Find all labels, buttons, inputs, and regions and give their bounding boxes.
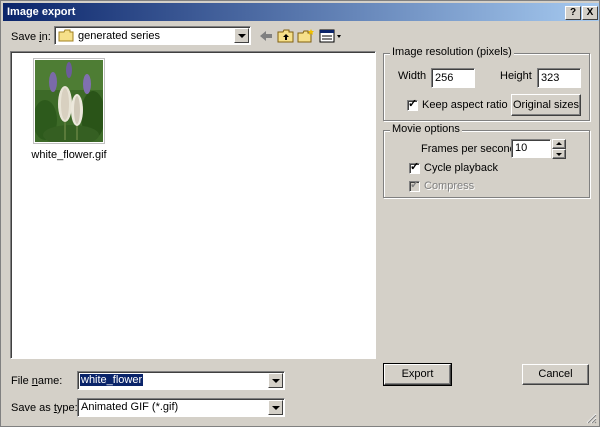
- save-as-type-value: Animated GIF (*.gif): [81, 401, 179, 413]
- fps-label: Frames per second: [421, 143, 516, 155]
- close-button[interactable]: X: [582, 6, 598, 20]
- fps-stepper[interactable]: [552, 139, 566, 159]
- check-icon: ✓: [408, 98, 418, 110]
- save-in-label: Save in:: [11, 31, 51, 43]
- arrow-up-icon: [556, 142, 562, 145]
- help-button[interactable]: ?: [565, 6, 581, 20]
- resize-grip-icon[interactable]: [585, 412, 597, 424]
- movie-options-group: Movie options Frames per second 10 ✓ Cyc…: [383, 123, 590, 198]
- chevron-down-icon[interactable]: [234, 28, 249, 43]
- image-resolution-title: Image resolution (pixels): [390, 46, 514, 58]
- cycle-playback-label: Cycle playback: [424, 162, 498, 174]
- new-folder-icon[interactable]: [297, 28, 315, 44]
- image-resolution-group: Image resolution (pixels) Width 256 Heig…: [383, 46, 590, 121]
- compress-label: Compress: [424, 180, 475, 192]
- file-name-label: white_flower.gif: [31, 149, 107, 161]
- save-in-combo[interactable]: generated series: [54, 26, 251, 45]
- cancel-button[interactable]: Cancel: [522, 364, 589, 385]
- file-thumbnail: [33, 58, 105, 144]
- movie-options-title: Movie options: [390, 123, 462, 135]
- file-list-view[interactable]: white_flower.gif: [10, 51, 376, 359]
- cycle-playback-checkbox[interactable]: ✓: [409, 161, 420, 174]
- fps-down-button[interactable]: [552, 149, 566, 159]
- file-name-value: white_flower: [80, 374, 144, 386]
- original-sizes-button[interactable]: Original sizes: [511, 94, 581, 116]
- up-folder-icon[interactable]: [277, 28, 295, 44]
- view-menu-icon[interactable]: [319, 28, 343, 44]
- dialog-title: Image export: [7, 6, 76, 18]
- height-label: Height: [500, 70, 532, 82]
- width-label: Width: [398, 70, 427, 82]
- height-input[interactable]: 323: [537, 68, 581, 88]
- fps-input[interactable]: 10: [511, 139, 551, 158]
- keep-aspect-label: Keep aspect ratio: [422, 99, 508, 111]
- fps-up-button[interactable]: [552, 139, 566, 149]
- compress-checkbox: ✓: [409, 179, 420, 192]
- chevron-down-icon[interactable]: [268, 373, 283, 388]
- file-name-input[interactable]: white_flower: [77, 371, 285, 390]
- height-value: 323: [541, 72, 560, 84]
- fps-value: 10: [515, 142, 528, 154]
- check-icon: ✓: [410, 161, 420, 173]
- flower-thumbnail-icon: [35, 60, 103, 142]
- arrow-down-icon: [556, 153, 562, 156]
- image-export-dialog: Image export ? X Save in: generated seri…: [0, 0, 600, 427]
- save-as-type-label: Save as type:: [11, 402, 78, 414]
- file-item[interactable]: white_flower.gif: [25, 58, 113, 170]
- save-in-value: generated series: [78, 30, 160, 42]
- width-value: 256: [435, 72, 454, 84]
- export-button[interactable]: Export: [383, 363, 452, 386]
- save-as-type-select[interactable]: Animated GIF (*.gif): [77, 398, 285, 417]
- width-input[interactable]: 256: [431, 68, 475, 88]
- file-name-field-label: File name:: [11, 375, 63, 387]
- check-icon: ✓: [410, 179, 420, 191]
- title-bar: Image export ? X: [3, 3, 599, 21]
- keep-aspect-checkbox[interactable]: ✓: [407, 98, 418, 111]
- chevron-down-icon[interactable]: [268, 400, 283, 415]
- back-arrow-icon[interactable]: [257, 28, 275, 44]
- folder-icon: [58, 29, 74, 42]
